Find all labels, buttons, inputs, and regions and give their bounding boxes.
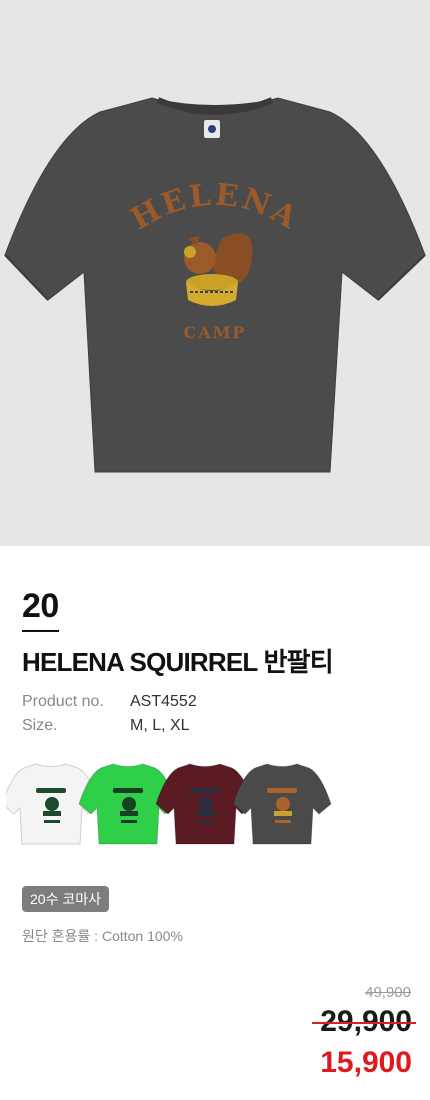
product-hero-image[interactable]: HELENA CAMP [0,0,430,546]
tshirt-illustration: HELENA CAMP [4,97,426,473]
fabric-badge: 20수 코마사 [22,886,109,912]
rank-number: 20 [22,586,59,632]
fabric-blend: 원단 혼용률 : Cotton 100% [22,928,183,944]
spec-label: Size. [22,717,58,734]
product-title[interactable]: HELENA SQUIRREL 반팔티 [22,646,334,678]
color-variant-charcoal[interactable] [232,763,332,845]
spec-label: Product no. [22,693,104,710]
spec-product-no: Product no. AST4552 [22,692,197,712]
spec-value: M, L, XL [130,717,190,734]
color-variant-thumbnails [6,763,332,845]
was-price: 29,900 [312,1003,416,1041]
sale-price: 15,900 [320,1046,412,1079]
strike-line [312,1022,416,1024]
spec-value: AST4552 [130,693,197,710]
spec-size: Size. M, L, XL [22,716,190,736]
print-bottom-text: CAMP [184,323,247,342]
original-price: 49,900 [365,984,411,1001]
